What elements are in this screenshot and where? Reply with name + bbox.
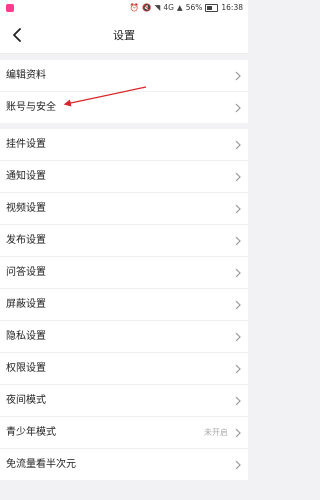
chevron-right-icon xyxy=(235,172,241,182)
settings-item-label: 通知设置 xyxy=(6,171,46,182)
settings-item-pendant[interactable]: 挂件设置 xyxy=(0,129,248,161)
chevron-right-icon xyxy=(235,204,241,214)
battery-icon xyxy=(205,4,219,12)
alarm-icon: ⏰ xyxy=(129,3,140,12)
settings-item-permissions[interactable]: 权限设置 xyxy=(0,353,248,385)
teen-mode-status: 未开启 xyxy=(204,428,228,437)
settings-item-account-security[interactable]: 账号与安全 xyxy=(0,92,248,123)
settings-item-label: 视频设置 xyxy=(6,203,46,214)
settings-item-label: 青少年模式 xyxy=(6,427,56,438)
chevron-right-icon xyxy=(235,268,241,278)
network-label: 4G xyxy=(163,3,174,12)
settings-item-privacy[interactable]: 隐私设置 xyxy=(0,321,248,353)
chevron-right-icon xyxy=(235,396,241,406)
nav-bar: 设置 xyxy=(0,17,248,54)
settings-item-block[interactable]: 屏蔽设置 xyxy=(0,289,248,321)
settings-item-qa[interactable]: 问答设置 xyxy=(0,257,248,289)
settings-item-label: 编辑资料 xyxy=(6,70,46,81)
mute-icon: 🔇 xyxy=(142,3,152,12)
settings-item-label: 挂件设置 xyxy=(6,139,46,150)
app-notification-icon xyxy=(6,4,14,12)
settings-item-label: 隐私设置 xyxy=(6,331,46,342)
settings-group-account: 编辑资料 账号与安全 xyxy=(0,60,248,123)
clock: 16:38 xyxy=(221,3,243,12)
settings-item-teen-mode[interactable]: 青少年模式 未开启 xyxy=(0,417,248,449)
settings-item-label: 发布设置 xyxy=(6,235,46,246)
settings-item-label: 免流量看半次元 xyxy=(6,459,76,470)
chevron-right-icon xyxy=(235,103,241,113)
chevron-right-icon xyxy=(235,332,241,342)
page-title: 设置 xyxy=(113,29,135,42)
settings-item-label: 屏蔽设置 xyxy=(6,299,46,310)
settings-item-publish[interactable]: 发布设置 xyxy=(0,225,248,257)
settings-item-label: 夜间模式 xyxy=(6,395,46,406)
chevron-right-icon xyxy=(235,140,241,150)
chevron-right-icon xyxy=(235,236,241,246)
settings-item-edit-profile[interactable]: 编辑资料 xyxy=(0,60,248,92)
chevron-right-icon xyxy=(235,460,241,470)
settings-item-notifications[interactable]: 通知设置 xyxy=(0,161,248,193)
settings-item-label: 权限设置 xyxy=(6,363,46,374)
status-icons: ⏰ 🔇 ◥ 4G ▲ 56% 16:38 xyxy=(130,3,243,13)
settings-item-video[interactable]: 视频设置 xyxy=(0,193,248,225)
chevron-right-icon xyxy=(235,364,241,374)
settings-group-general: 挂件设置 通知设置 视频设置 发布设置 问答设置 屏蔽设置 隐私设置 权限设置 … xyxy=(0,129,248,480)
signal-icon: ▲ xyxy=(176,3,183,12)
wifi-icon: ◥ xyxy=(154,3,161,12)
settings-item-label: 问答设置 xyxy=(6,267,46,278)
chevron-right-icon xyxy=(235,300,241,310)
chevron-right-icon xyxy=(235,71,241,81)
battery-percent: 56% xyxy=(185,3,203,12)
status-bar: ⏰ 🔇 ◥ 4G ▲ 56% 16:38 xyxy=(0,0,248,17)
chevron-right-icon xyxy=(235,428,241,438)
settings-item-night-mode[interactable]: 夜间模式 xyxy=(0,385,248,417)
settings-item-free-data[interactable]: 免流量看半次元 xyxy=(0,449,248,480)
settings-item-label: 账号与安全 xyxy=(6,102,56,113)
